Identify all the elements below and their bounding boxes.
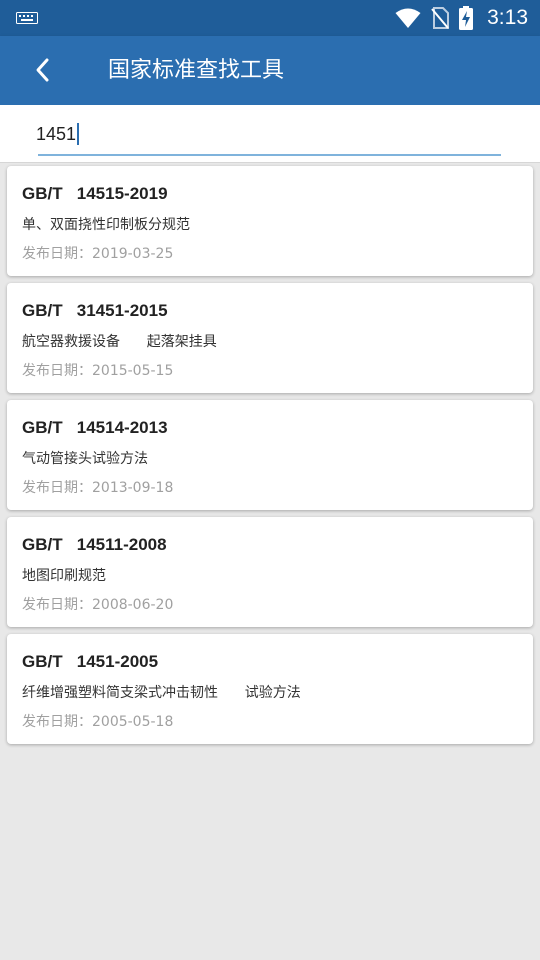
standard-code: GB/T 1451-2005 — [22, 652, 159, 671]
publish-date: 发布日期：2005-05-18 — [22, 714, 174, 730]
search-input-value: 1451 — [36, 123, 77, 144]
text-caret — [77, 123, 80, 145]
status-time: 3:13 — [487, 6, 528, 29]
standard-name: 单、双面挠性印制板分规范 — [22, 217, 190, 233]
list-item[interactable]: GB/T 14514-2013 气动管接头试验方法 发布日期：2013-09-1… — [7, 400, 533, 510]
publish-date: 发布日期：2008-06-20 — [22, 597, 174, 613]
back-button[interactable] — [22, 50, 62, 90]
standard-name: 航空器救援设备 起落架挂具 — [22, 334, 217, 350]
app-bar: 国家标准查找工具 — [0, 36, 540, 105]
standard-name: 气动管接头试验方法 — [22, 451, 148, 467]
search-underline — [38, 154, 501, 156]
list-item[interactable]: GB/T 1451-2005 纤维增强塑料简支梁式冲击韧性 试验方法 发布日期：… — [7, 634, 533, 744]
standard-name: 纤维增强塑料简支梁式冲击韧性 试验方法 — [22, 685, 301, 701]
publish-date: 发布日期：2019-03-25 — [22, 246, 174, 262]
keyboard-icon — [16, 12, 38, 24]
standard-code: GB/T 14514-2013 — [22, 418, 168, 437]
list-item[interactable]: GB/T 14515-2019 单、双面挠性印制板分规范 发布日期：2019-0… — [7, 166, 533, 276]
search-input[interactable]: 1451 — [36, 119, 80, 149]
status-bar: 3:13 — [0, 0, 540, 36]
battery-charging-icon — [459, 6, 474, 30]
publish-date: 发布日期：2015-05-15 — [22, 363, 174, 379]
standard-code: GB/T 31451-2015 — [22, 301, 168, 320]
list-item[interactable]: GB/T 31451-2015 航空器救援设备 起落架挂具 发布日期：2015-… — [7, 283, 533, 393]
no-sim-icon — [431, 7, 450, 29]
results-list: GB/T 14515-2019 单、双面挠性印制板分规范 发布日期：2019-0… — [7, 166, 533, 751]
standard-code: GB/T 14515-2019 — [22, 184, 168, 203]
chevron-left-icon — [36, 58, 49, 82]
publish-date: 发布日期：2013-09-18 — [22, 480, 174, 496]
standard-name: 地图印刷规范 — [22, 568, 106, 584]
standard-code: GB/T 14511-2008 — [22, 535, 167, 554]
list-item[interactable]: GB/T 14511-2008 地图印刷规范 发布日期：2008-06-20 — [7, 517, 533, 627]
page-title: 国家标准查找工具 — [108, 58, 285, 83]
wifi-icon — [395, 8, 421, 28]
